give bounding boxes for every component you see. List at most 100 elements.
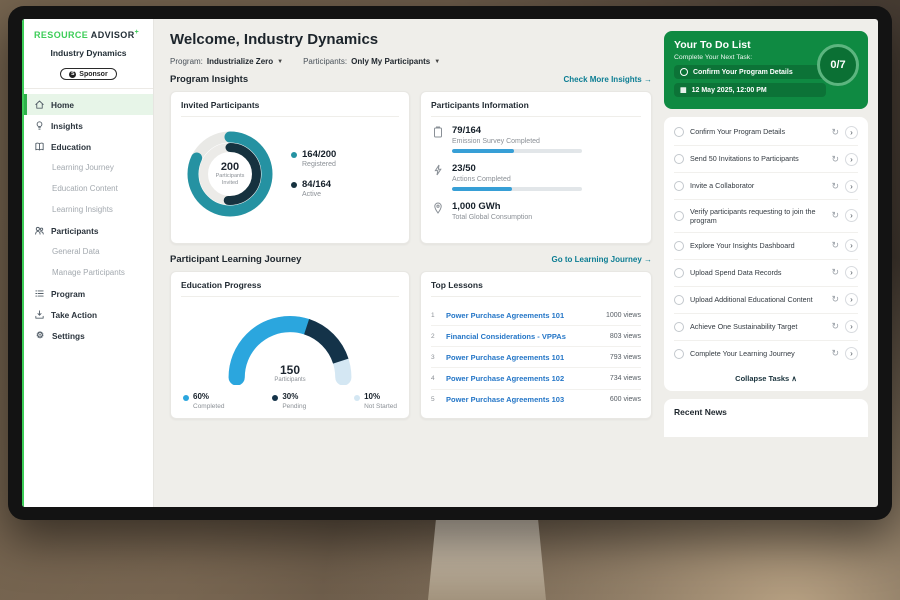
lesson-row: 3 Power Purchase Agreements 101 793 view… [431,347,641,368]
participants-filter[interactable]: Participants: Only My Participants ▼ [303,57,440,66]
sidebar-item-home[interactable]: Home [24,94,153,115]
sidebar-item-settings[interactable]: ⚙ Settings [24,325,153,346]
todo-tasks-card: Confirm Your Program Details ↻ › Send 50… [664,117,868,391]
task-checkbox[interactable] [674,211,684,221]
lesson-link[interactable]: Power Purchase Agreements 103 [446,395,603,404]
chevron-right-icon[interactable]: › [845,293,858,306]
chevron-right-icon[interactable]: › [845,266,858,279]
logo-resource: RESOURCE [34,30,88,40]
todo-task[interactable]: Send 50 Invitations to Participants ↻ › [674,146,858,173]
lesson-link[interactable]: Power Purchase Agreements 101 [446,353,603,362]
lesson-rank: 4 [431,375,439,382]
task-checkbox[interactable] [674,181,684,191]
todo-task[interactable]: Explore Your Insights Dashboard ↻ › [674,233,858,260]
learning-cards-row: Education Progress 150 Participants [170,271,652,419]
sidebar-item-learning-journey[interactable]: Learning Journey [24,157,153,178]
sidebar-item-take-action[interactable]: Take Action [24,304,153,325]
task-checkbox[interactable] [674,295,684,305]
sidebar-item-learning-insights[interactable]: Learning Insights [24,199,153,220]
stat-emission-survey: 79/164 Emission Survey Completed [431,125,641,153]
sidebar-item-label: Settings [52,331,85,341]
check-more-insights-link[interactable]: Check More Insights → [564,75,652,84]
stat-value: 1,000 GWh [452,201,532,212]
sidebar-item-label: Learning Insights [52,205,113,214]
chevron-right-icon[interactable]: › [845,347,858,360]
stat-label: Emission Survey Completed [452,138,582,145]
chevron-down-icon: ▼ [434,59,440,65]
todo-task[interactable]: Upload Spend Data Records ↻ › [674,260,858,287]
stat-label: Actions Completed [452,176,582,183]
refresh-icon[interactable]: ↻ [831,182,839,191]
chevron-right-icon[interactable]: › [845,180,858,193]
sidebar-item-manage-participants[interactable]: Manage Participants [24,262,153,283]
chevron-right-icon[interactable]: › [845,126,858,139]
task-checkbox[interactable] [680,68,688,76]
lesson-row: 1 Power Purchase Agreements 101 1000 vie… [431,305,641,326]
refresh-icon[interactable]: ↻ [831,295,839,304]
task-checkbox[interactable] [674,349,684,359]
chevron-right-icon[interactable]: › [845,209,858,222]
lesson-row: 5 Power Purchase Agreements 103 600 view… [431,390,641,410]
todo-task[interactable]: Verify participants requesting to join t… [674,200,858,233]
task-checkbox[interactable] [674,154,684,164]
go-to-learning-journey-link[interactable]: Go to Learning Journey → [552,255,652,264]
refresh-icon[interactable]: ↻ [831,155,839,164]
home-icon [34,99,45,110]
lesson-rank: 3 [431,354,439,361]
task-checkbox[interactable] [674,268,684,278]
card-title: Invited Participants [181,100,399,117]
gauge-center-value: 150 [215,363,365,377]
main-content: Welcome, Industry Dynamics Program: Indu… [154,19,664,507]
lightning-icon [431,163,444,178]
sponsor-badge[interactable]: S Sponsor [60,68,116,80]
invited-participants-card: Invited Participants 200 [170,91,410,244]
sidebar-item-insights[interactable]: Insights [24,115,153,136]
task-label: Invite a Collaborator [690,181,825,190]
legend-dot [291,182,297,188]
sidebar-item-program[interactable]: Program [24,283,153,304]
refresh-icon[interactable]: ↻ [831,128,839,137]
task-label: Upload Spend Data Records [690,268,825,277]
lesson-link[interactable]: Power Purchase Agreements 101 [446,311,599,320]
task-label: Confirm Your Program Details [690,127,825,136]
lesson-link[interactable]: Financial Considerations - VPPAs [446,332,603,341]
progress-bar [452,187,582,191]
task-checkbox[interactable] [674,241,684,251]
task-checkbox[interactable] [674,322,684,332]
bulb-icon [34,120,45,131]
todo-task[interactable]: Complete Your Learning Journey ↻ › [674,341,858,367]
legend-item-active: 84/164 Active [291,180,336,198]
program-filter[interactable]: Program: Industrialize Zero ▼ [170,57,283,66]
legend-label: Registered [302,161,336,168]
chevron-right-icon[interactable]: › [845,239,858,252]
sidebar-item-general-data[interactable]: General Data [24,241,153,262]
refresh-icon[interactable]: ↻ [831,349,839,358]
refresh-icon[interactable]: ↻ [831,268,839,277]
refresh-icon[interactable]: ↻ [831,211,839,220]
todo-task[interactable]: Achieve One Sustainability Target ↻ › [674,314,858,341]
sidebar-item-education[interactable]: Education [24,136,153,157]
stat-global-consumption: 1,000 GWh Total Global Consumption [431,201,641,225]
collapse-tasks-button[interactable]: Collapse Tasks ∧ [674,367,858,389]
top-lessons-card: Top Lessons 1 Power Purchase Agreements … [420,271,652,419]
arrow-right-icon: → [644,75,652,84]
refresh-icon[interactable]: ↻ [831,322,839,331]
task-checkbox[interactable] [674,127,684,137]
todo-task[interactable]: Invite a Collaborator ↻ › [674,173,858,200]
chevron-right-icon[interactable]: › [845,153,858,166]
task-label: Achieve One Sustainability Target [690,322,825,331]
todo-task[interactable]: Upload Additional Educational Content ↻ … [674,287,858,314]
sidebar-item-label: Participants [51,226,99,236]
lesson-link[interactable]: Power Purchase Agreements 102 [446,374,603,383]
sidebar-item-education-content[interactable]: Education Content [24,178,153,199]
chevron-right-icon[interactable]: › [845,320,858,333]
lesson-row: 4 Power Purchase Agreements 102 734 view… [431,368,641,389]
lesson-views: 803 views [610,333,641,340]
refresh-icon[interactable]: ↻ [831,241,839,250]
next-task-chip[interactable]: Confirm Your Program Details [674,65,826,79]
legend-label: Pending [282,403,306,410]
list-icon [34,288,45,299]
lesson-views: 600 views [610,396,641,403]
todo-task[interactable]: Confirm Your Program Details ↻ › [674,119,858,146]
sidebar-item-participants[interactable]: Participants [24,220,153,241]
